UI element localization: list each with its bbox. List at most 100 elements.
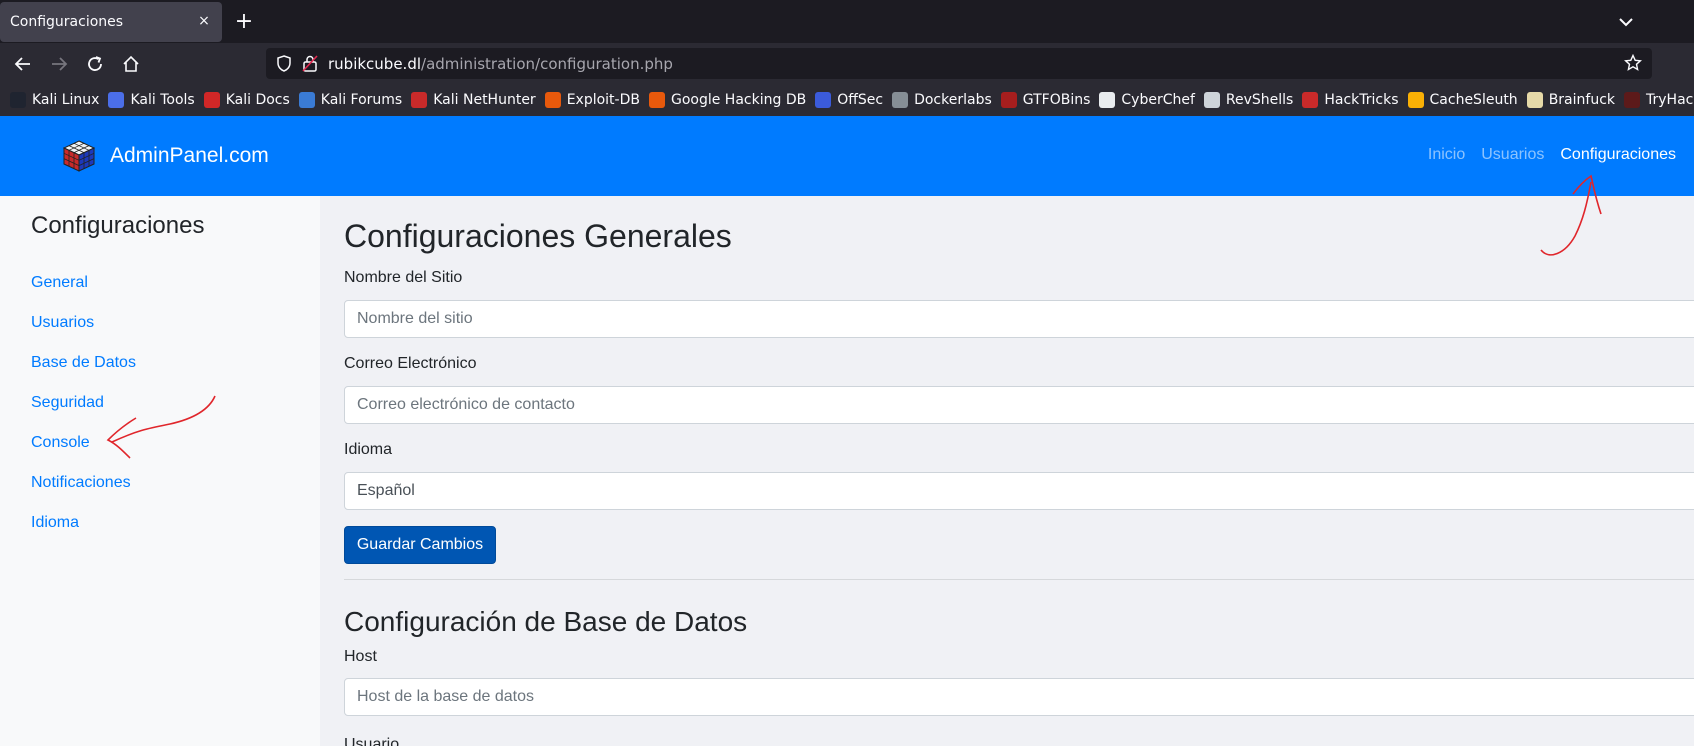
gtfobins-icon	[1000, 92, 1017, 108]
language-select-value: Español	[357, 482, 415, 499]
back-button[interactable]	[9, 51, 37, 77]
offsec-icon	[815, 92, 832, 108]
exploitdb-icon	[544, 92, 561, 108]
bookmark-label: Kali Forums	[320, 92, 403, 108]
url-bar[interactable]: rubikcube.dl/administration/configuratio…	[266, 48, 1652, 79]
user-label: Usuario	[344, 736, 400, 746]
host-input[interactable]	[344, 678, 1694, 716]
bookmark-item[interactable]: RevShells	[1203, 92, 1294, 108]
reload-button[interactable]	[81, 51, 109, 77]
bookmark-item[interactable]: Kali Docs	[203, 92, 290, 108]
kali-docs-icon	[203, 92, 220, 108]
language-select[interactable]: Español	[344, 472, 1694, 510]
bookmark-label: OffSec	[837, 92, 884, 108]
bookmark-label: HackTricks	[1324, 92, 1399, 108]
bookmark-label: Google Hacking DB	[670, 92, 807, 108]
browser-nav-bar: rubikcube.dl/administration/configuratio…	[0, 43, 1694, 84]
hacktricks-icon	[1302, 92, 1319, 108]
bookmark-item[interactable]: Kali Linux	[10, 92, 99, 108]
host-label: Host	[344, 648, 377, 665]
sidebar-link-general[interactable]: General	[31, 274, 88, 291]
bookmark-label: Kali Tools	[130, 92, 195, 108]
kali-forums-icon	[298, 92, 315, 108]
insecure-lock-icon[interactable]	[302, 55, 318, 72]
tab-title: Configuraciones	[10, 14, 124, 30]
sidebar-link-usuarios[interactable]: Usuarios	[31, 314, 94, 331]
chevron-down-icon[interactable]	[1616, 12, 1636, 32]
nav-link-configuraciones[interactable]: Configuraciones	[1560, 146, 1676, 164]
bookmark-item[interactable]: Brainfuck	[1526, 92, 1615, 108]
home-icon	[123, 55, 139, 72]
shield-icon[interactable]	[276, 55, 292, 72]
bookmark-item[interactable]: Google Hacking DB	[648, 92, 807, 108]
nethunter-icon	[411, 92, 428, 108]
email-label: Correo Electrónico	[344, 355, 477, 372]
sidebar-link-notificaciones[interactable]: Notificaciones	[31, 474, 131, 491]
bookmark-item[interactable]: CacheSleuth	[1407, 92, 1518, 108]
sidebar: Configuraciones General Usuarios Base de…	[0, 196, 320, 746]
bookmark-item[interactable]: Kali Tools	[108, 92, 195, 108]
sidebar-item-idioma: Idioma	[31, 514, 136, 554]
brand-name: AdminPanel.com	[110, 144, 269, 167]
bookmark-item[interactable]: CyberChef	[1099, 92, 1195, 108]
bookmark-item[interactable]: Kali NetHunter	[411, 92, 536, 108]
bookmark-label: Kali Docs	[225, 92, 290, 108]
language-label: Idioma	[344, 441, 393, 458]
sidebar-link-seguridad[interactable]: Seguridad	[31, 394, 104, 411]
bookmark-item[interactable]: TryHackMe	[1624, 92, 1694, 108]
bookmark-label: GTFOBins	[1022, 92, 1091, 108]
arrow-left-icon	[14, 57, 30, 71]
close-tab-icon[interactable]: ×	[194, 11, 214, 31]
bookmark-label: Exploit-DB	[566, 92, 640, 108]
bookmark-label: CyberChef	[1121, 92, 1195, 108]
brand[interactable]: AdminPanel.com	[62, 139, 269, 173]
new-tab-button[interactable]: +	[232, 10, 256, 34]
sidebar-item-notificaciones: Notificaciones	[31, 474, 136, 514]
sidebar-item-general: General	[31, 274, 136, 314]
bookmark-label: RevShells	[1225, 92, 1294, 108]
bookmark-item[interactable]: HackTricks	[1302, 92, 1399, 108]
bookmark-label: Kali NetHunter	[433, 92, 536, 108]
sidebar-link-idioma[interactable]: Idioma	[31, 514, 79, 531]
nav-link-usuarios[interactable]: Usuarios	[1481, 146, 1544, 164]
bookmark-item[interactable]: Kali Forums	[298, 92, 403, 108]
bookmarks-toolbar: Kali Linux Kali Tools Kali Docs Kali For…	[0, 84, 1694, 116]
sidebar-title: Configuraciones	[31, 212, 205, 239]
annotation-arrow-configuraciones	[1540, 174, 1602, 256]
email-input[interactable]	[344, 386, 1694, 424]
url-text[interactable]: rubikcube.dl/administration/configuratio…	[328, 55, 673, 73]
ghdb-icon	[648, 92, 665, 108]
home-button[interactable]	[117, 51, 145, 77]
database-settings-title: Configuración de Base de Datos	[344, 606, 748, 637]
arrow-right-icon	[52, 57, 68, 71]
bookmark-item[interactable]: GTFOBins	[1000, 92, 1091, 108]
sidebar-link-base-de-datos[interactable]: Base de Datos	[31, 354, 136, 371]
bookmark-label: Dockerlabs	[914, 92, 992, 108]
bookmark-item[interactable]: Exploit-DB	[544, 92, 640, 108]
section-divider	[344, 579, 1694, 580]
forward-button[interactable]	[45, 51, 73, 77]
url-path: /administration/configuration.php	[421, 55, 673, 73]
bookmark-item[interactable]: OffSec	[815, 92, 883, 108]
nav-link-inicio[interactable]: Inicio	[1428, 146, 1465, 164]
browser-tab-bar: Configuraciones × +	[0, 0, 1694, 43]
revshells-icon	[1203, 92, 1220, 108]
bookmark-label: TryHackMe	[1646, 92, 1694, 108]
kali-tools-icon	[108, 92, 125, 108]
brainfuck-icon	[1526, 92, 1543, 108]
dockerlabs-icon	[892, 92, 909, 108]
bookmark-label: CacheSleuth	[1429, 92, 1518, 108]
sidebar-item-usuarios: Usuarios	[31, 314, 136, 354]
sidebar-link-console[interactable]: Console	[31, 434, 90, 451]
save-changes-button[interactable]: Guardar Cambios	[344, 526, 496, 564]
tryhackme-icon	[1624, 92, 1640, 108]
browser-tab-active[interactable]: Configuraciones ×	[0, 2, 222, 42]
annotation-arrow-console	[106, 395, 216, 459]
site-name-input[interactable]	[344, 300, 1694, 338]
sidebar-item-base-de-datos: Base de Datos	[31, 354, 136, 394]
bookmark-star-icon[interactable]	[1624, 54, 1642, 72]
kali-dragon-icon	[10, 92, 26, 108]
general-settings-title: Configuraciones Generales	[344, 218, 732, 254]
main-content: Configuraciones Generales Nombre del Sit…	[320, 196, 1694, 746]
bookmark-item[interactable]: Dockerlabs	[892, 92, 992, 108]
